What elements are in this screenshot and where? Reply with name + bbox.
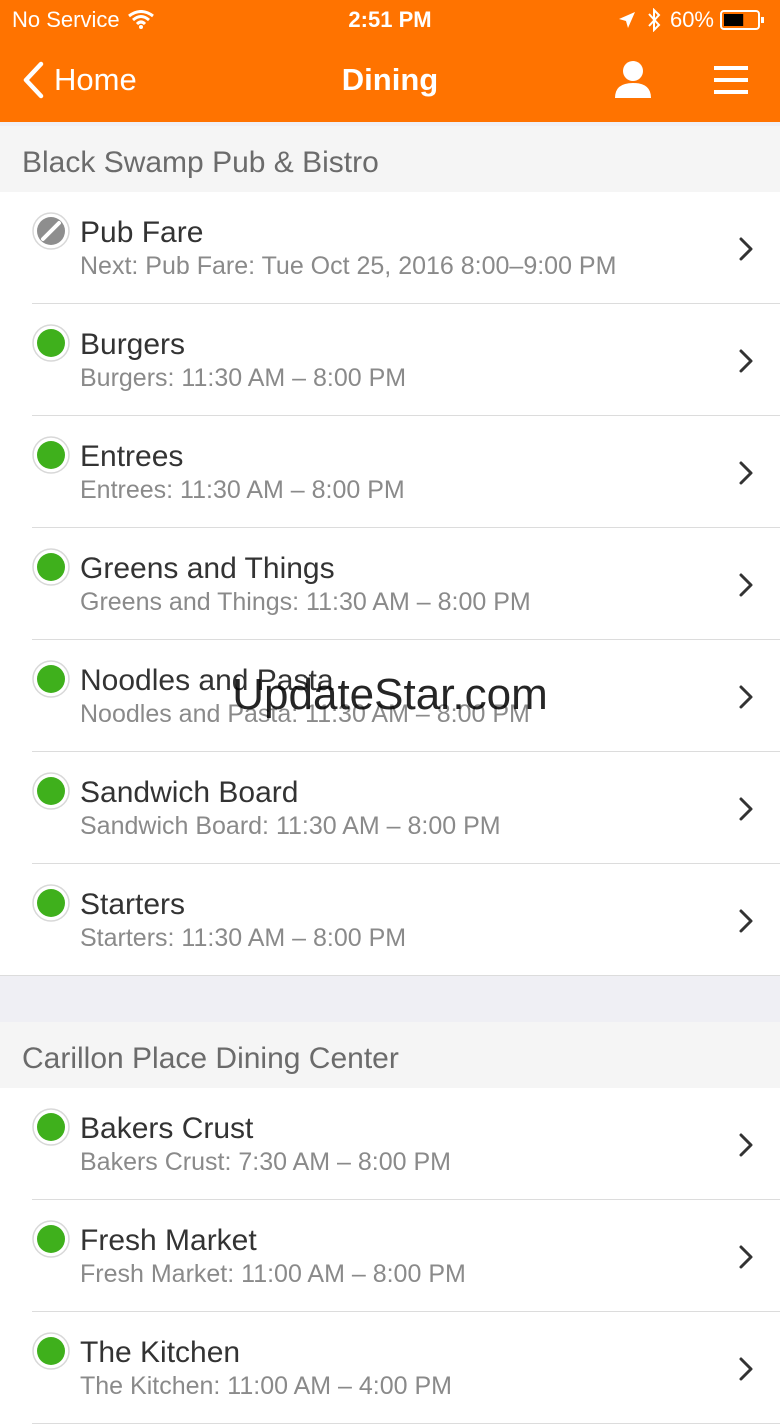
item-title: Noodles and Pasta [80, 664, 334, 697]
item-hours: Bakers Crust: 7:30 AM – 8:00 PM [80, 1148, 451, 1176]
bluetooth-icon [648, 8, 661, 32]
dining-list: Bakers Crust Bakers Crust: 7:30 AM – 8:00… [0, 1088, 780, 1424]
chevron-right-icon [739, 685, 753, 709]
chevron-right-icon [739, 461, 753, 485]
item-title: Fresh Market [80, 1224, 257, 1257]
section-title: Carillon Place Dining Center [22, 1042, 399, 1075]
item-hours: Fresh Market: 11:00 AM – 8:00 PM [80, 1260, 466, 1288]
open-status-icon [32, 1220, 70, 1258]
list-item[interactable]: Greens and Things Greens and Things: 11:3… [0, 528, 780, 640]
open-status-icon [32, 772, 70, 810]
chevron-right-icon [739, 1245, 753, 1269]
chevron-right-icon [739, 349, 753, 373]
list-item[interactable]: Fresh Market Fresh Market: 11:00 AM – 8:0… [0, 1200, 780, 1312]
item-hours: Burgers: 11:30 AM – 8:00 PM [80, 364, 407, 392]
chevron-right-icon [739, 237, 753, 261]
list-item[interactable]: Entrees Entrees: 11:30 AM – 8:00 PM [0, 416, 780, 528]
open-status-icon [32, 436, 70, 474]
status-bar: No Service 2:51 PM 60% [0, 0, 780, 40]
item-hours: Sandwich Board: 11:30 AM – 8:00 PM [80, 812, 501, 840]
item-title: Sandwich Board [80, 776, 299, 809]
list-item[interactable]: Burgers Burgers: 11:30 AM – 8:00 PM [0, 304, 780, 416]
location-arrow-icon [618, 12, 635, 28]
chevron-right-icon [739, 1133, 753, 1157]
section-header: Carillon Place Dining Center [0, 1022, 780, 1089]
item-title: Bakers Crust [80, 1112, 254, 1145]
item-title: The Kitchen [80, 1336, 241, 1369]
item-title: Pub Fare [80, 216, 204, 249]
item-hours: Greens and Things: 11:30 AM – 8:00 PM [80, 588, 531, 616]
status-right: 60% [618, 7, 766, 33]
section-gap [0, 976, 780, 1022]
item-title: Greens and Things [80, 552, 335, 585]
list-item[interactable]: Sandwich Board Sandwich Board: 11:30 AM –… [0, 752, 780, 864]
user-icon[interactable] [612, 58, 654, 100]
chevron-right-icon [739, 797, 753, 821]
item-title: Starters [80, 888, 186, 921]
chevron-right-icon [739, 909, 753, 933]
open-status-icon [32, 324, 70, 362]
item-hours: Entrees: 11:30 AM – 8:00 PM [80, 476, 405, 504]
list-item[interactable]: Bakers Crust Bakers Crust: 7:30 AM – 8:00… [0, 1088, 780, 1200]
page-title: Dining [341, 62, 439, 97]
open-status-icon [32, 1108, 70, 1146]
list-item[interactable]: Noodles and Pasta Noodles and Pasta: 11:3… [0, 640, 780, 752]
open-status-icon [32, 884, 70, 922]
chevron-right-icon [739, 573, 753, 597]
battery-icon [720, 10, 764, 30]
section-title: Black Swamp Pub & Bistro [22, 146, 379, 179]
list-item[interactable]: The Kitchen The Kitchen: 11:00 AM – 4:00 … [0, 1312, 780, 1424]
item-title: Entrees [80, 440, 184, 473]
chevron-right-icon [739, 1357, 753, 1381]
item-hours: Noodles and Pasta: 11:30 AM – 8:00 PM [80, 700, 530, 728]
list-item[interactable]: Starters Starters: 11:30 AM – 8:00 PM [0, 864, 780, 976]
item-hours: Starters: 11:30 AM – 8:00 PM [80, 924, 407, 952]
open-status-icon [32, 548, 70, 586]
section-header: Black Swamp Pub & Bistro [0, 126, 780, 193]
top-bar: No Service 2:51 PM 60% Home Dining [0, 0, 780, 122]
list-item[interactable]: Pub Fare Next: Pub Fare: Tue Oct 25, 2016… [0, 192, 780, 304]
menu-icon[interactable] [712, 62, 750, 98]
open-status-icon [32, 1332, 70, 1370]
open-status-icon [32, 660, 70, 698]
closed-status-icon [32, 212, 70, 250]
dining-list: Pub Fare Next: Pub Fare: Tue Oct 25, 2016… [0, 192, 780, 976]
battery-percent: 60% [669, 7, 714, 32]
item-title: Burgers [80, 328, 186, 361]
item-hours: Next: Pub Fare: Tue Oct 25, 2016 8:00–9:… [80, 252, 617, 280]
